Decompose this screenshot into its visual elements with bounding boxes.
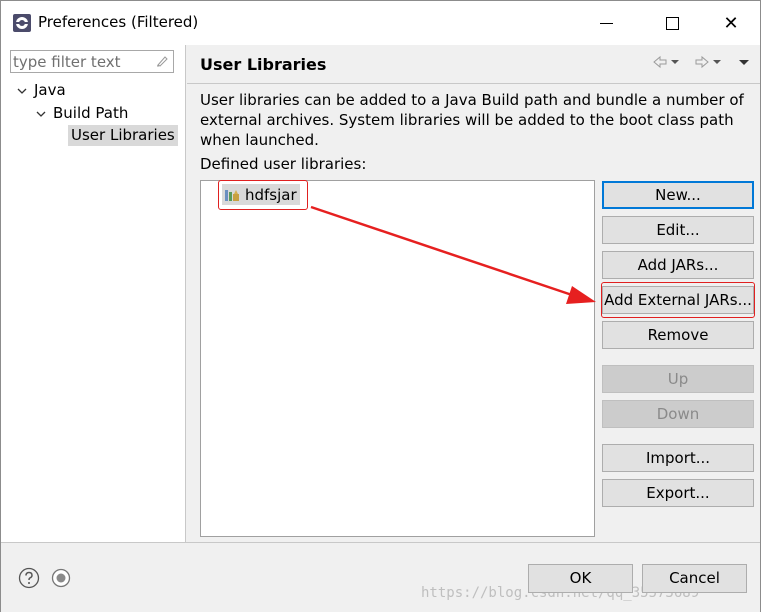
remove-button[interactable]: Remove (602, 321, 754, 349)
down-button: Down (602, 400, 754, 428)
maximize-icon (665, 16, 679, 30)
export-button[interactable]: Export... (602, 479, 754, 507)
tree-item-label: Build Path (53, 104, 129, 122)
page-description: User libraries can be added to a Java Bu… (200, 91, 744, 149)
preference-tree-pane: Java Build Path User Libraries (1, 45, 186, 542)
clear-filter-icon[interactable] (155, 54, 169, 68)
user-libraries-page: User Libraries User libraries can be add… (187, 45, 760, 542)
record-icon[interactable] (51, 568, 71, 588)
page-title: User Libraries (200, 55, 327, 74)
help-icon[interactable] (18, 567, 40, 589)
tree-item-java[interactable]: Java (16, 80, 66, 101)
add-jars-button[interactable]: Add JARs... (602, 251, 754, 279)
close-button[interactable]: ✕ (709, 9, 753, 37)
tree-item-label: Java (34, 81, 66, 99)
window-title: Preferences (Filtered) (38, 13, 199, 31)
filter-input[interactable] (13, 52, 149, 71)
title-bar[interactable]: Preferences (Filtered) ✕ (1, 1, 760, 45)
ok-button[interactable]: OK (528, 564, 633, 593)
import-button[interactable]: Import... (602, 444, 754, 472)
eclipse-app-icon (13, 14, 31, 32)
tree-item-user-libraries[interactable]: User Libraries (68, 125, 178, 146)
view-menu-icon[interactable] (737, 54, 751, 70)
user-libraries-list[interactable]: hdfsjar (200, 180, 595, 537)
preferences-window: Preferences (Filtered) ✕ Java Build Path… (0, 0, 761, 612)
library-highlight-annotation (218, 180, 308, 210)
defined-libraries-label: Defined user libraries: (200, 155, 367, 173)
tree-item-build-path[interactable]: Build Path (35, 103, 128, 124)
close-icon: ✕ (723, 12, 739, 34)
new-button[interactable]: New... (602, 181, 754, 209)
edit-button[interactable]: Edit... (602, 216, 754, 244)
forward-nav-icon[interactable] (694, 54, 722, 70)
header-separator (187, 83, 760, 84)
dialog-button-bar: https://blog.csdn.net/qq_35573689 OK Can… (1, 542, 760, 612)
tree-item-label: User Libraries (71, 126, 175, 144)
chevron-down-icon[interactable] (16, 85, 28, 97)
cancel-button[interactable]: Cancel (642, 564, 747, 593)
back-nav-icon[interactable] (652, 54, 680, 70)
up-button: Up (602, 365, 754, 393)
maximize-button[interactable] (650, 9, 694, 37)
minimize-icon (599, 22, 613, 24)
minimize-button[interactable] (584, 9, 628, 37)
add-external-jars-highlight-annotation (601, 282, 755, 318)
filter-box[interactable] (10, 50, 174, 73)
chevron-down-icon[interactable] (35, 108, 47, 120)
